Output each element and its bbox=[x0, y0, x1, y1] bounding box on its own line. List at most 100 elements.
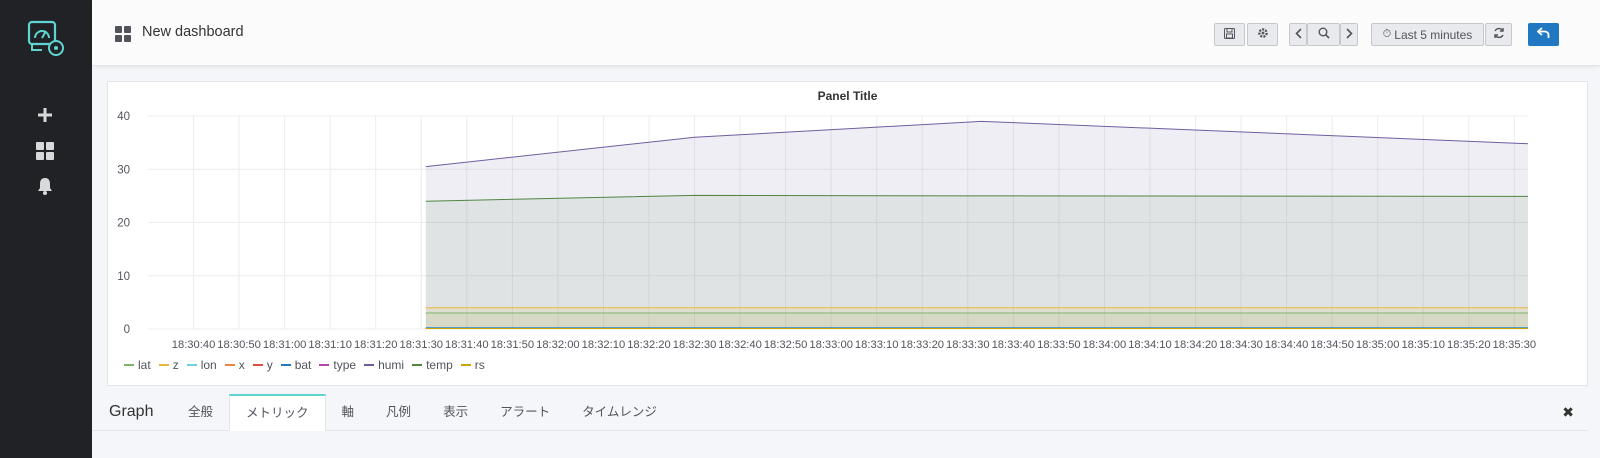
x-tick-label: 18:32:20 bbox=[627, 339, 671, 351]
legend-item-bat[interactable]: bat bbox=[280, 358, 312, 372]
legend-item-y[interactable]: y bbox=[252, 358, 273, 372]
bell-icon[interactable] bbox=[34, 175, 56, 197]
time-back-button[interactable] bbox=[1289, 23, 1307, 46]
legend-swatch bbox=[224, 364, 235, 366]
x-tick-label: 18:30:40 bbox=[172, 339, 216, 351]
settings-button[interactable] bbox=[1247, 23, 1278, 46]
y-tick-label: 40 bbox=[117, 111, 130, 123]
legend-swatch bbox=[186, 364, 197, 366]
legend-item-x[interactable]: x bbox=[224, 358, 245, 372]
legend-label: x bbox=[238, 358, 245, 372]
legend-item-z[interactable]: z bbox=[158, 358, 179, 372]
legend-swatch bbox=[412, 364, 423, 366]
tab-1[interactable]: メトリック bbox=[229, 394, 326, 431]
x-tick-label: 18:34:40 bbox=[1265, 339, 1309, 351]
legend-item-type[interactable]: type bbox=[319, 358, 356, 372]
close-editor-icon[interactable]: ✖ bbox=[1562, 404, 1574, 421]
x-tick-label: 18:32:40 bbox=[718, 339, 762, 351]
legend-label: rs bbox=[474, 358, 485, 372]
legend-swatch bbox=[280, 364, 291, 366]
x-tick-label: 18:31:20 bbox=[354, 339, 398, 351]
refresh-button[interactable] bbox=[1485, 23, 1512, 46]
clock-icon: ⏱ bbox=[1382, 28, 1392, 40]
x-tick-label: 18:31:00 bbox=[263, 339, 307, 351]
x-tick-label: 18:31:40 bbox=[445, 339, 489, 351]
dashboard-title[interactable]: New dashboard bbox=[142, 24, 244, 40]
legend-label: y bbox=[266, 358, 273, 372]
series-area-lat bbox=[425, 313, 1528, 329]
legend-swatch bbox=[319, 364, 330, 366]
x-tick-label: 18:33:00 bbox=[809, 339, 853, 351]
x-tick-label: 18:32:50 bbox=[764, 339, 808, 351]
y-tick-label: 10 bbox=[117, 271, 130, 283]
x-tick-label: 18:31:50 bbox=[491, 339, 535, 351]
graph-legend: lat z lon x y bat type humi temp rs bbox=[124, 358, 493, 372]
save-button[interactable] bbox=[1214, 23, 1245, 46]
y-tick-label: 20 bbox=[117, 218, 130, 230]
dashboards-icon[interactable] bbox=[34, 140, 56, 162]
zoom-out-button[interactable] bbox=[1307, 23, 1340, 46]
panel-editor: Graph 全般 メトリック軸凡例 表示 アラート タイムレンジ ✖ bbox=[92, 394, 1600, 458]
legend-label: bat bbox=[294, 358, 312, 372]
x-tick-label: 18:34:30 bbox=[1219, 339, 1263, 351]
legend-swatch bbox=[124, 364, 134, 366]
x-tick-label: 18:35:10 bbox=[1401, 339, 1445, 351]
tab-4[interactable]: 表示 bbox=[427, 394, 484, 430]
x-tick-label: 18:35:00 bbox=[1356, 339, 1400, 351]
x-tick-label: 18:33:50 bbox=[1037, 339, 1081, 351]
graph-chart[interactable]: 18:30:40 18:30:50 18:31:00 18:31:10 18:31:20… bbox=[108, 82, 1589, 352]
x-tick-label: 18:35:30 bbox=[1493, 339, 1537, 351]
chevron-right-icon bbox=[1345, 27, 1353, 42]
legend-item-lon[interactable]: lon bbox=[186, 358, 217, 372]
top-navbar: New dashboard ⏱ Last 5 minutes bbox=[92, 0, 1600, 66]
x-tick-label: 18:34:20 bbox=[1174, 339, 1218, 351]
time-picker-button[interactable]: ⏱ Last 5 minutes bbox=[1371, 23, 1484, 46]
x-tick-label: 18:32:00 bbox=[536, 339, 580, 351]
tab-3[interactable]: 凡例 bbox=[370, 394, 427, 430]
grafana-logo-icon[interactable] bbox=[26, 18, 66, 58]
x-tick-label: 18:35:20 bbox=[1447, 339, 1491, 351]
time-forward-button[interactable] bbox=[1340, 23, 1358, 46]
gear-icon bbox=[1257, 27, 1269, 42]
chevron-left-icon bbox=[1294, 27, 1302, 42]
legend-swatch bbox=[364, 364, 375, 366]
graph-panel: Panel Title 18:30:40 18:30:50 18:31:00 18:3… bbox=[107, 81, 1588, 386]
x-tick-label: 18:34:00 bbox=[1083, 339, 1127, 351]
zoom-out-icon bbox=[1318, 27, 1330, 42]
x-tick-label: 18:34:10 bbox=[1128, 339, 1172, 351]
legend-label: z bbox=[172, 358, 179, 372]
sidebar bbox=[0, 0, 92, 458]
x-tick-label: 18:31:30 bbox=[399, 339, 443, 351]
back-to-dashboard-button[interactable] bbox=[1528, 23, 1559, 46]
legend-item-humi[interactable]: humi bbox=[364, 358, 404, 372]
editor-tabs: 全般 メトリック軸凡例 表示 アラート タイムレンジ bbox=[172, 394, 673, 431]
tab-5[interactable]: アラート bbox=[484, 394, 566, 430]
tab-0[interactable]: 全般 bbox=[172, 394, 229, 430]
time-range-label: Last 5 minutes bbox=[1394, 27, 1473, 42]
legend-label: humi bbox=[378, 358, 405, 372]
x-tick-label: 18:31:10 bbox=[308, 339, 352, 351]
panel-type-label: Graph bbox=[109, 403, 154, 420]
legend-item-rs[interactable]: rs bbox=[460, 358, 485, 372]
x-tick-label: 18:33:20 bbox=[900, 339, 944, 351]
x-tick-label: 18:33:40 bbox=[992, 339, 1036, 351]
save-icon bbox=[1224, 27, 1235, 42]
plus-icon[interactable] bbox=[34, 104, 56, 126]
x-tick-label: 18:32:30 bbox=[673, 339, 717, 351]
x-tick-label: 18:33:30 bbox=[946, 339, 990, 351]
x-tick-label: 18:30:50 bbox=[217, 339, 261, 351]
legend-swatch bbox=[158, 364, 169, 366]
tab-2[interactable]: 軸 bbox=[326, 394, 371, 430]
legend-swatch bbox=[460, 364, 471, 366]
back-icon bbox=[1536, 27, 1550, 42]
x-tick-label: 18:33:10 bbox=[855, 339, 899, 351]
x-tick-label: 18:34:50 bbox=[1310, 339, 1354, 351]
tab-6[interactable]: タイムレンジ bbox=[566, 394, 673, 430]
legend-label: lon bbox=[200, 358, 217, 372]
legend-label: lat bbox=[138, 358, 151, 372]
legend-item-lat[interactable]: lat bbox=[124, 358, 151, 372]
y-tick-label: 30 bbox=[117, 164, 130, 176]
legend-item-temp[interactable]: temp bbox=[412, 358, 453, 372]
legend-label: type bbox=[333, 358, 357, 372]
y-tick-label: 0 bbox=[124, 324, 130, 336]
